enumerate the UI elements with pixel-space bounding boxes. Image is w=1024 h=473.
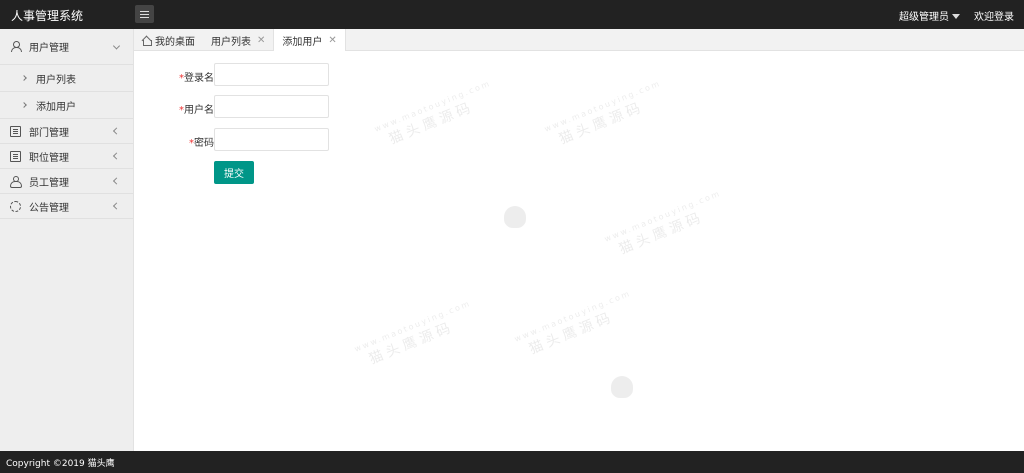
sidebar-item-label: 部门管理 [29,127,69,139]
hamburger-icon-line [140,16,149,18]
admin-label: 超级管理员 [899,12,949,23]
sidebar-item-label: 公告管理 [29,202,69,214]
username-input[interactable] [214,95,329,118]
home-icon [142,36,152,46]
chevron-down-icon [112,41,121,50]
sidebar-subitem-user-list[interactable]: 用户列表 [0,65,133,92]
login-name-label: *登录名 [179,73,214,84]
hamburger-icon-line [140,10,149,12]
sidebar-subitem-label: 添加用户 [36,101,76,113]
document-icon [10,150,21,162]
sidebar: 用户管理 用户列表 添加用户 部门管理 职位管理 员工管理 公告管理 [0,29,134,451]
password-input[interactable] [214,128,329,151]
tab-label: 我的桌面 [155,36,195,48]
chevron-left-icon [112,202,121,210]
owl-logo-icon [611,376,633,398]
sidebar-item-label: 用户管理 [29,43,69,54]
close-icon[interactable]: ✕ [328,35,336,46]
admin-dropdown[interactable]: 超级管理员 [899,8,960,23]
sidebar-item-label: 员工管理 [29,177,69,189]
form-row-password: *密码 [134,128,434,152]
chevron-right-icon [21,75,27,81]
document-icon [10,125,21,137]
tab-my-desktop[interactable]: 我的桌面 [134,29,203,51]
caret-down-icon [952,13,960,19]
sidebar-item-user-management[interactable]: 用户管理 [0,29,133,65]
chevron-left-icon [112,177,121,185]
top-right-menu: 超级管理员 欢迎登录 [899,8,1014,23]
tab-add-user[interactable]: 添加用户 ✕ [273,29,346,52]
tab-bar: 我的桌面 用户列表 ✕ 添加用户 ✕ [134,29,1024,52]
cycle-icon [10,200,21,212]
chevron-right-icon [21,102,27,108]
owl-logo-icon [504,206,526,228]
chevron-left-icon [112,127,121,135]
sidebar-item-department-management[interactable]: 部门管理 [0,119,133,144]
sidebar-item-position-management[interactable]: 职位管理 [0,144,133,169]
tab-user-list[interactable]: 用户列表 ✕ [203,29,273,51]
login-name-input[interactable] [214,63,329,86]
sidebar-subitem-label: 用户列表 [36,74,76,86]
chevron-left-icon [112,152,121,160]
logout-link[interactable]: 欢迎登录 [974,8,1014,23]
password-label: *密码 [189,138,214,149]
user-icon [10,41,22,52]
tab-label: 用户列表 [211,36,251,48]
form-row-login-name: *登录名 [134,63,434,87]
sidebar-subitem-add-user[interactable]: 添加用户 [0,92,133,119]
top-bar: 人事管理系统 超级管理员 欢迎登录 [0,0,1024,29]
close-icon[interactable]: ✕ [257,35,265,46]
copyright-text: Copyright ©2019 猫头鹰 [6,458,115,469]
form-row-username: *用户名 [134,95,434,119]
sidebar-item-notice-management[interactable]: 公告管理 [0,194,133,219]
app-title: 人事管理系统 [11,9,84,23]
watermark: www.maotouying.com 猫头鹰源码 [353,298,473,368]
submit-button[interactable]: 提交 [214,161,254,184]
sidebar-item-employee-management[interactable]: 员工管理 [0,169,133,194]
sidebar-item-label: 职位管理 [29,152,69,164]
footer: Copyright ©2019 猫头鹰 [0,451,1024,473]
group-icon [10,175,22,188]
menu-toggle-button[interactable] [135,5,154,23]
hamburger-icon-line [140,13,149,15]
main-content: www.maotouying.com 猫头鹰源码 www.maotouying.… [134,51,1024,451]
watermark: www.maotouying.com 猫头鹰源码 [603,188,723,258]
watermark: www.maotouying.com 猫头鹰源码 [513,288,633,358]
username-label: *用户名 [179,105,214,116]
watermark: www.maotouying.com 猫头鹰源码 [543,78,663,148]
tab-label: 添加用户 [282,37,323,48]
